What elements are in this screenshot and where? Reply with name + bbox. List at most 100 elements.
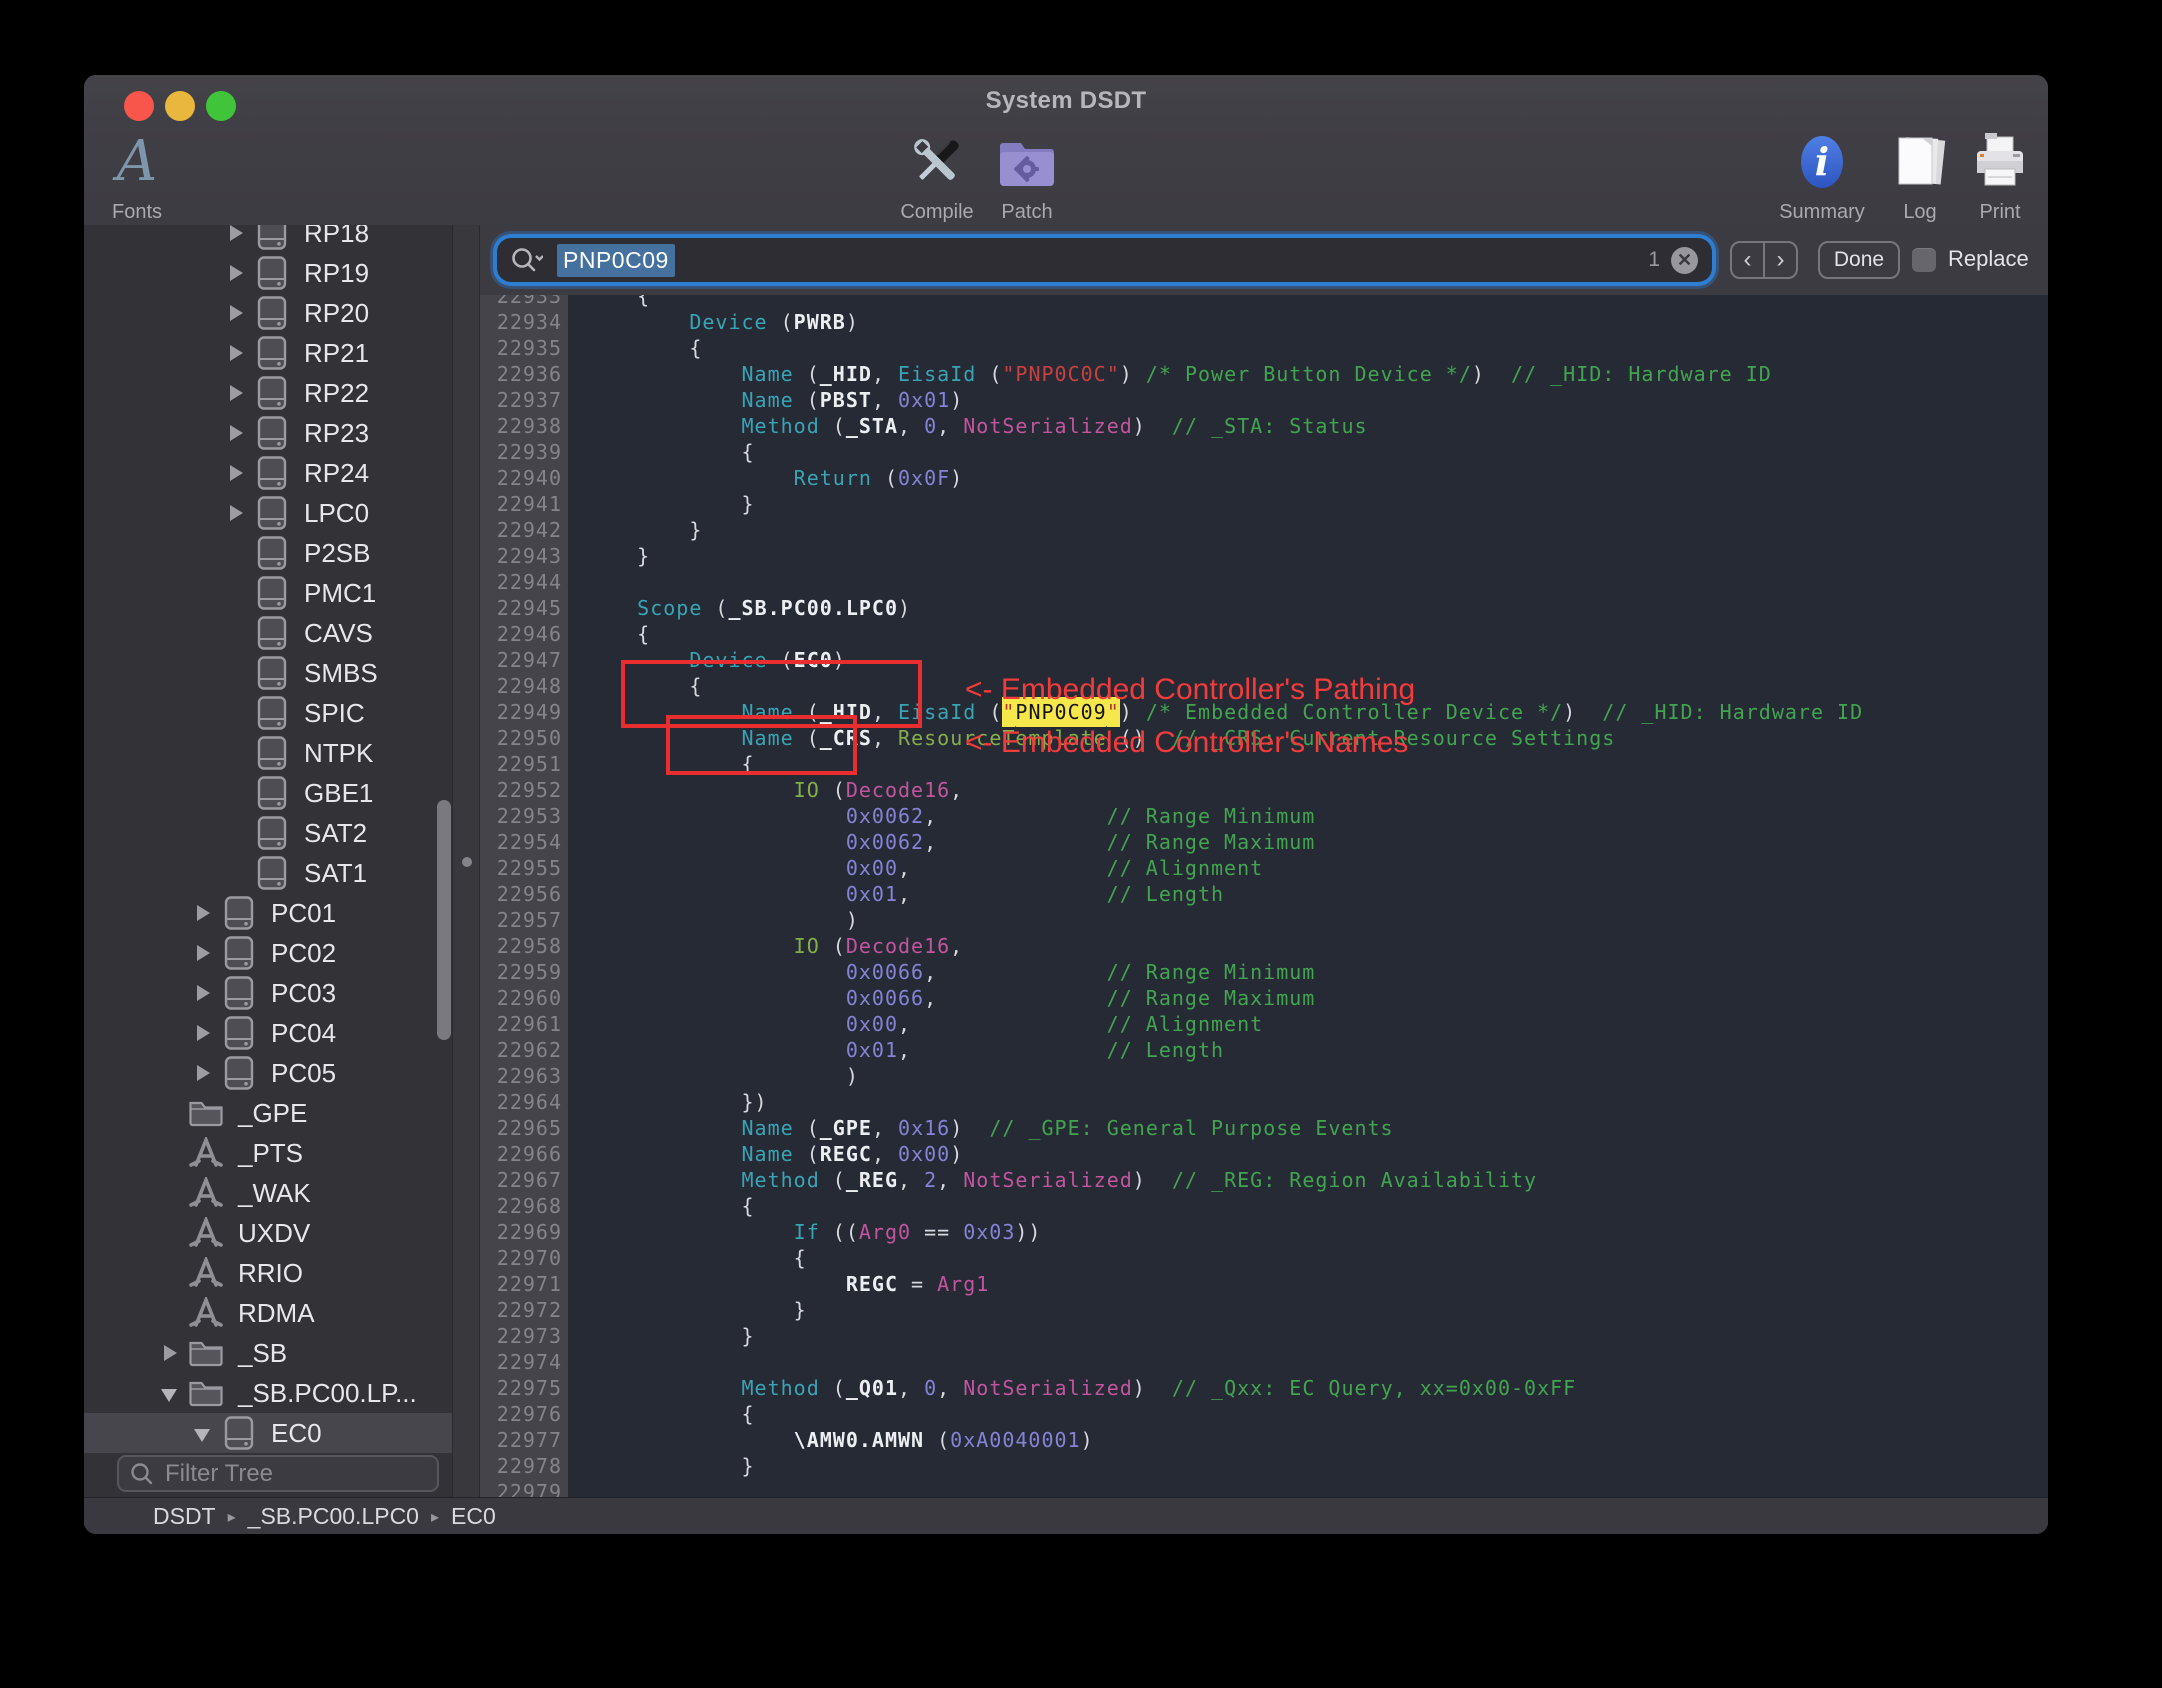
tree-item-label: RDMA [238,1297,315,1328]
disclosure-collapsed-icon[interactable] [189,893,219,933]
replace-checkbox[interactable] [1912,248,1936,272]
line-number: 22975 [496,1376,562,1400]
disclosure-collapsed-icon[interactable] [222,333,252,373]
clear-search-icon[interactable]: ✕ [1671,246,1698,274]
sidebar-item-rp18[interactable]: RP18 [84,225,452,253]
sidebar-item-gbe1[interactable]: GBE1 [84,773,452,813]
toolbar-label: Patch [1001,201,1053,223]
previous-match-button[interactable]: ‹ [1732,243,1765,277]
disclosure-expanded-icon[interactable] [156,1373,186,1413]
disclosure-collapsed-icon[interactable] [222,253,252,293]
line-number: 22967 [496,1168,562,1192]
tree-item-label: NTPK [304,737,374,768]
disclosure-collapsed-icon[interactable] [222,493,252,533]
filter-tree-input[interactable]: Filter Tree [117,1455,439,1492]
sidebar-item-pc03[interactable]: PC03 [84,973,452,1013]
breadcrumb-item[interactable]: EC0 [451,1503,496,1530]
device-annotation-box [666,715,857,775]
toolbar-print-button[interactable]: Print [1930,129,2048,225]
sidebar-scrollbar-thumb[interactable] [437,800,451,1040]
sidebar-item-ec0[interactable]: EC0 [84,1413,452,1453]
code-line-22978: 22978 } [480,1453,2048,1479]
breadcrumb-item[interactable]: DSDT [153,1503,216,1530]
line-number: 22959 [496,960,562,984]
sidebar-item-pmc1[interactable]: PMC1 [84,573,452,613]
filter-search-icon [131,1462,153,1484]
sidebar-item-pc05[interactable]: PC05 [84,1053,452,1093]
sidebar-item--pts[interactable]: _PTS [84,1133,452,1173]
search-input[interactable]: PNP0C09 1 ✕ [497,238,1712,282]
method-icon [189,1177,223,1207]
sidebar-item-spic[interactable]: SPIC [84,693,452,733]
sidebar-item-pc04[interactable]: PC04 [84,1013,452,1053]
sidebar-item-rp22[interactable]: RP22 [84,373,452,413]
disclosure-collapsed-icon[interactable] [222,373,252,413]
line-number: 22978 [496,1454,562,1478]
disclosure-expanded-icon[interactable] [189,1413,219,1453]
sidebar-item-uxdv[interactable]: UXDV [84,1213,452,1253]
disclosure-collapsed-icon[interactable] [222,453,252,493]
sidebar-item-pc01[interactable]: PC01 [84,893,452,933]
disclosure-collapsed-icon[interactable] [189,933,219,973]
sidebar-item-cavs[interactable]: CAVS [84,613,452,653]
code-line-22934: 22934 Device (PWRB) [480,309,2048,335]
sidebar-item-sat2[interactable]: SAT2 [84,813,452,853]
sidebar-item-rrio[interactable]: RRIO [84,1253,452,1293]
sidebar-item-rp23[interactable]: RP23 [84,413,452,453]
tree-item-label: _WAK [238,1177,311,1208]
sidebar-item--wak[interactable]: _WAK [84,1173,452,1213]
sidebar-item-lpc0[interactable]: LPC0 [84,493,452,533]
tree-item-label: RP20 [304,297,370,328]
tree-item-label: PC03 [271,977,337,1008]
tree-item-label: PC05 [271,1057,337,1088]
toolbar-fonts-button[interactable]: A Fonts [84,129,207,225]
code-line-22977: 22977 \AMW0.AMWN (0xA0040001) [480,1427,2048,1453]
code-line-22936: 22936 Name (_HID, EisaId ("PNP0C0C") /* … [480,361,2048,387]
disclosure-collapsed-icon[interactable] [189,1013,219,1053]
status-bar: DSDT ▸ _SB.PC00.LPC0 ▸ EC0 [84,1497,2048,1534]
sidebar-item-p2sb[interactable]: P2SB [84,533,452,573]
disclosure-collapsed-icon[interactable] [156,1333,186,1373]
disclosure-collapsed-icon[interactable] [222,225,252,253]
tree-item-label: RP21 [304,337,370,368]
disclosure-collapsed-icon[interactable] [222,293,252,333]
disclosure-collapsed-icon[interactable] [189,1053,219,1093]
sidebar-item-rp19[interactable]: RP19 [84,253,452,293]
tree-item-label: PC04 [271,1017,337,1048]
fonts-icon: A [116,129,158,194]
line-number: 22933 [496,295,562,308]
code-editor[interactable]: 22933 {22934 Device (PWRB) 22935 {22936 N… [480,295,2048,1497]
pane-splitter[interactable] [452,225,480,1497]
sidebar-item-rp24[interactable]: RP24 [84,453,452,493]
device-icon [257,616,287,650]
sidebar-item-rdma[interactable]: RDMA [84,1293,452,1333]
sidebar-item--sb-pc00-lp-[interactable]: _SB.PC00.LP... [84,1373,452,1413]
sidebar-item--gpe[interactable]: _GPE [84,1093,452,1133]
disclosure-collapsed-icon[interactable] [189,973,219,1013]
next-match-button[interactable]: › [1765,243,1796,277]
device-icon [257,536,287,570]
line-number: 22964 [496,1090,562,1114]
toolbar-patch-button[interactable]: Patch [957,129,1097,225]
sidebar-item-pc02[interactable]: PC02 [84,933,452,973]
tree-item-label: GBE1 [304,777,374,808]
line-number: 22976 [496,1402,562,1426]
app-window: System DSDT A Fonts Compile Patch i Summary Lo… [84,75,2048,1534]
done-button[interactable]: Done [1818,241,1900,279]
sidebar-item-smbs[interactable]: SMBS [84,653,452,693]
sidebar-item-rp21[interactable]: RP21 [84,333,452,373]
sidebar-item-rp20[interactable]: RP20 [84,293,452,333]
line-number: 22943 [496,544,562,568]
breadcrumb-item[interactable]: _SB.PC00.LPC0 [248,1503,419,1530]
code-line-22944: 22944 [480,569,2048,595]
sidebar-item-ntpk[interactable]: NTPK [84,733,452,773]
breadcrumb: DSDT ▸ _SB.PC00.LPC0 ▸ EC0 [153,1503,496,1530]
device-icon [257,736,287,770]
sidebar-item-sat1[interactable]: SAT1 [84,853,452,893]
sidebar-item--sb[interactable]: _SB [84,1333,452,1373]
disclosure-collapsed-icon[interactable] [222,413,252,453]
